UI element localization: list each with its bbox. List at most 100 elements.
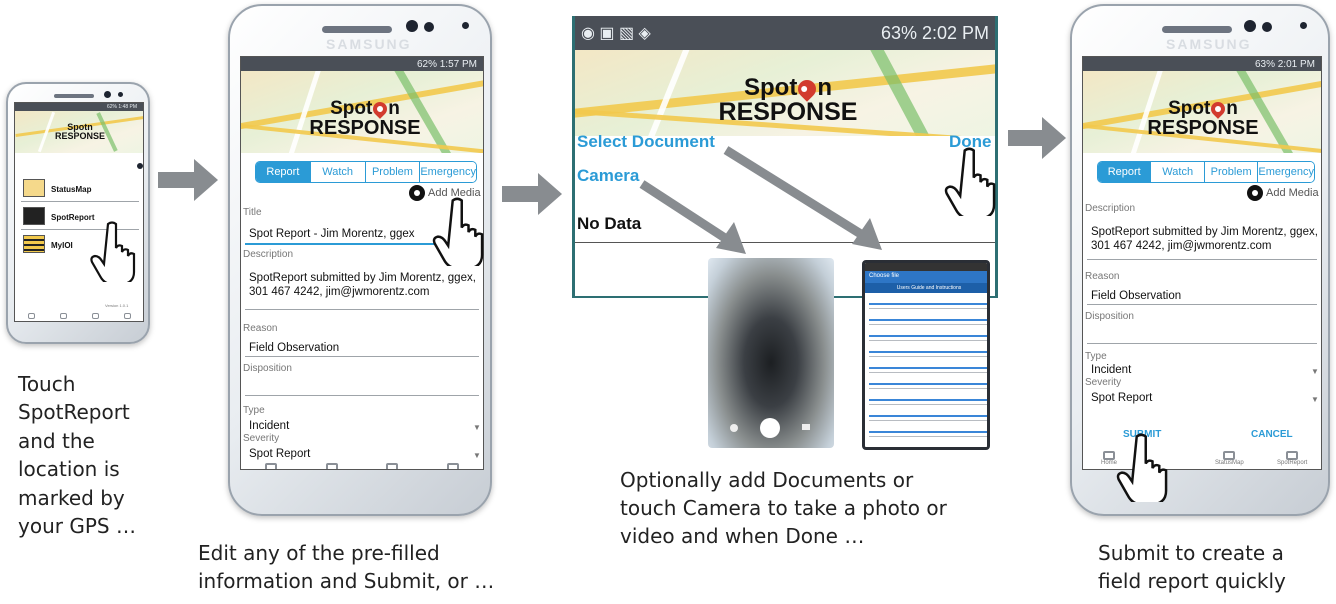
- statusmap-icon: [23, 179, 45, 197]
- type-label: Type: [1085, 351, 1107, 362]
- description-field[interactable]: SpotReport submitted by Jim Morentz, gge…: [249, 271, 481, 300]
- phone-1: 62% 1:48 PM Spotn RESPONSE StatusMap Spot…: [6, 82, 150, 344]
- phone-2: SAMSUNG 62% 1:57 PM Spot n RESPONSE Report…: [228, 4, 492, 516]
- caption-step-1: Touch SpotReport and the location is mar…: [18, 372, 136, 538]
- tab-problem[interactable]: Problem: [365, 162, 421, 182]
- flow-arrow-1: [158, 159, 218, 201]
- phone-sensor: [1300, 22, 1307, 29]
- divider: [575, 242, 995, 243]
- app-logo: SpotnRESPONSE: [55, 122, 106, 141]
- report-tabs: Report Watch Problem Emergency: [1097, 161, 1315, 183]
- gear-icon: [1247, 185, 1263, 201]
- description-label: Description: [1085, 203, 1136, 214]
- tab-report[interactable]: Report: [1098, 162, 1152, 182]
- overflow-icon[interactable]: [137, 163, 143, 169]
- report-nav-icon[interactable]: [446, 462, 459, 469]
- flow-arrow-2: [502, 173, 562, 215]
- type-label: Type: [243, 405, 265, 416]
- menu-item-myioi[interactable]: MyIOI: [51, 241, 73, 250]
- tab-report[interactable]: Report: [256, 162, 311, 182]
- description-underline: [245, 309, 479, 310]
- tab-watch[interactable]: Watch: [310, 162, 366, 182]
- reason-field[interactable]: Field Observation: [249, 341, 339, 355]
- nav-spotreport[interactable]: SpotReport: [1277, 451, 1307, 466]
- tab-emergency[interactable]: Emergency: [420, 162, 476, 182]
- pointing-hand-icon: [432, 197, 484, 266]
- map-header: SpotnRESPONSE: [575, 50, 995, 136]
- reason-field[interactable]: Field Observation: [1091, 289, 1181, 303]
- bottom-nav: [15, 311, 143, 321]
- map-header: SpotnRESPONSE: [241, 71, 483, 153]
- description-label: Description: [243, 249, 294, 260]
- pointing-hand-icon: [944, 147, 996, 216]
- file-chooser-statusbar: [865, 263, 987, 271]
- camera-shutter-icon[interactable]: [760, 418, 780, 438]
- gear-icon: [409, 185, 425, 201]
- dropdown-caret-icon: ▼: [1311, 367, 1319, 376]
- map-header: SpotnRESPONSE: [15, 111, 143, 153]
- severity-select[interactable]: Spot Report: [249, 447, 310, 461]
- version-label: Version 1.0.1: [105, 303, 129, 308]
- phone-camera: [104, 91, 111, 98]
- phone-speaker: [1162, 26, 1232, 33]
- caption-step-2: Edit any of the pre-filled information a…: [198, 541, 495, 593]
- dropdown-caret-icon: ▼: [473, 423, 481, 432]
- phone-speaker: [322, 26, 392, 33]
- severity-label: Severity: [1085, 377, 1122, 388]
- disposition-underline: [1087, 343, 1317, 344]
- map-nav-icon[interactable]: [386, 462, 399, 469]
- disposition-underline: [245, 395, 479, 396]
- type-select[interactable]: Incident: [249, 419, 289, 433]
- add-media-button[interactable]: Add Media: [1247, 185, 1319, 201]
- app-logo: SpotnRESPONSE: [1147, 98, 1259, 139]
- file-chooser-titlebar: Choose file: [865, 271, 987, 283]
- camera-flip-icon[interactable]: [730, 424, 738, 432]
- status-bar: 62% 1:57 PM: [241, 57, 483, 71]
- pointing-hand-icon: [1116, 433, 1168, 502]
- tab-emergency[interactable]: Emergency: [1258, 162, 1314, 182]
- camera-preview-image: [708, 258, 834, 448]
- status-bar: ◉ ▣ ▧ ◈ 63% 2:02 PM: [575, 16, 995, 50]
- title-field[interactable]: Spot Report - Jim Morentz, ggex: [249, 227, 415, 241]
- severity-select[interactable]: Spot Report: [1091, 391, 1152, 405]
- title-underline: [245, 243, 441, 245]
- camera-button[interactable]: Camera: [577, 166, 639, 186]
- phone-sensor: [424, 22, 434, 32]
- app-logo: SpotnRESPONSE: [718, 74, 858, 126]
- brand-label: SAMSUNG: [1166, 36, 1252, 52]
- nav-home[interactable]: Home: [1101, 451, 1117, 466]
- tab-problem[interactable]: Problem: [1204, 162, 1259, 182]
- report-tabs: Report Watch Problem Emergency: [255, 161, 477, 183]
- cancel-button[interactable]: CANCEL: [1251, 429, 1293, 440]
- status-bar: 62% 1:48 PM: [15, 103, 143, 111]
- myioi-icon: [23, 235, 45, 253]
- status-bar: 63% 2:01 PM: [1083, 57, 1321, 71]
- file-chooser-image: Choose file Users Guide and Instructions: [862, 260, 990, 450]
- select-document-button[interactable]: Select Document: [577, 132, 715, 152]
- flow-arrow-3: [1008, 117, 1066, 159]
- home-nav-icon[interactable]: [27, 313, 35, 319]
- phone-sensor: [1262, 22, 1272, 32]
- home-nav-icon[interactable]: [265, 462, 278, 469]
- list-nav-icon[interactable]: [325, 462, 338, 469]
- divider: [21, 201, 139, 202]
- phone-1-screen: 62% 1:48 PM Spotn RESPONSE StatusMap Spot…: [14, 102, 144, 322]
- menu-item-statusmap[interactable]: StatusMap: [51, 185, 91, 194]
- home-nav-icon: [1103, 451, 1115, 460]
- file-list: [869, 297, 987, 447]
- camera-video-icon[interactable]: [802, 424, 810, 430]
- nav-statusmap[interactable]: StatusMap: [1215, 451, 1244, 466]
- reason-label: Reason: [243, 323, 278, 334]
- menu-item-spotreport[interactable]: SpotReport: [51, 213, 95, 222]
- list-nav-icon[interactable]: [59, 313, 67, 319]
- map-header: SpotnRESPONSE: [1083, 71, 1321, 153]
- caption-step-4: Submit to create a field report quickly: [1098, 541, 1286, 593]
- description-field[interactable]: SpotReport submitted by Jim Morentz, gge…: [1091, 225, 1319, 254]
- disposition-label: Disposition: [1085, 311, 1134, 322]
- type-select[interactable]: Incident: [1091, 363, 1131, 377]
- map-nav-icon[interactable]: [91, 313, 99, 319]
- dropdown-caret-icon: ▼: [473, 451, 481, 460]
- tab-watch[interactable]: Watch: [1151, 162, 1205, 182]
- phone-camera: [406, 20, 418, 32]
- report-nav-icon[interactable]: [123, 313, 131, 319]
